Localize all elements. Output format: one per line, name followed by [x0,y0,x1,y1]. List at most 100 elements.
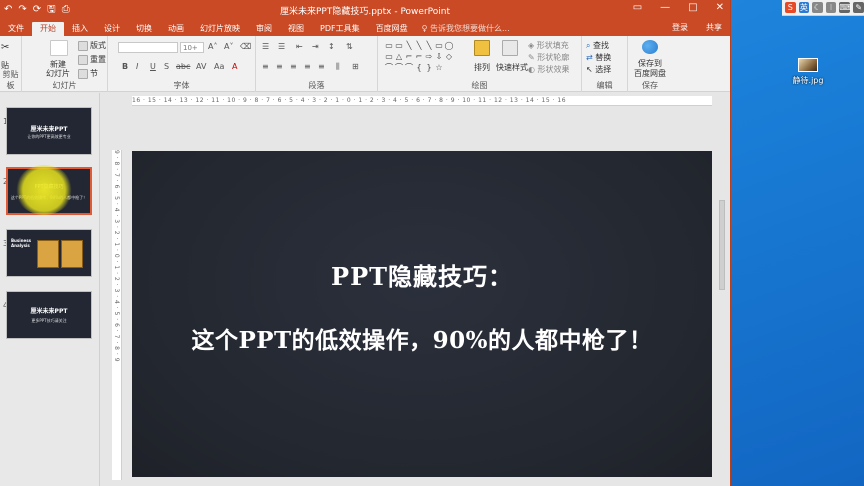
baidu-netdisk-label[interactable]: 百度网盘 [634,68,666,79]
shrink-font-icon[interactable]: A˅ [224,42,233,51]
close-icon[interactable]: ✕ [716,2,724,13]
italic-button[interactable]: I [136,62,138,71]
arrange-icon [474,40,490,56]
ime-language-icon[interactable]: 英 [798,2,810,13]
share-button[interactable]: 共享 [706,22,722,33]
ime-logo-icon[interactable]: S [785,2,796,13]
grow-font-icon[interactable]: A˄ [208,42,217,51]
shape-arrow-down-icon[interactable]: ⇩ [434,51,444,62]
slide-subtitle[interactable]: 这个PPT的低效操作，90%的人都中枪了！ [132,321,712,355]
shape-line-icon[interactable]: ╲ [424,40,434,51]
numbering-icon[interactable]: ☰ [278,42,285,51]
tab-pdf-tools[interactable]: PDF工具集 [312,22,368,36]
tab-design[interactable]: 设计 [96,22,128,36]
align-right-icon[interactable]: ≡ [290,62,297,71]
bullets-icon[interactable]: ☰ [262,42,269,51]
shapes-gallery[interactable]: ▭ ▭ ╲ ╲ ╲ ▭ ◯ ▭ △ ⌐ ⌐ ⇨ ⇩ ◇ ⌒ ⌒ ⌒ { } ☆ [384,40,454,74]
shape-arc-icon[interactable]: ⌒ [394,62,404,73]
line-spacing-icon[interactable]: ↕ [328,42,335,51]
shape-arc-icon[interactable]: ⌒ [404,62,414,73]
pencil-icon: ✎ [528,53,538,62]
shape-connector-icon[interactable]: ⌐ [414,51,424,62]
underline-button[interactable]: U [150,62,156,71]
shape-triangle-icon[interactable]: △ [394,51,404,62]
shape-line-icon[interactable]: ╲ [404,40,414,51]
slide-thumbnail-4[interactable]: 厘米未来PPT 更多PPT技巧请关注 [6,291,92,339]
columns-icon[interactable]: ⫼ [336,62,340,72]
font-size-combo[interactable]: 10+ [180,42,204,53]
shape-outline-label: 形状轮廓 [537,53,570,62]
keyboard-icon[interactable]: ⌨ [839,2,851,13]
quick-styles-button[interactable]: 快速样式 [496,62,528,73]
shape-effects-button[interactable]: ◐ 形状效果 [528,64,570,75]
char-spacing-button[interactable]: AV [196,62,206,71]
slide-canvas[interactable]: PPT隐藏技巧： 这个PPT的低效操作，90%的人都中枪了！ [132,151,712,477]
maximize-icon[interactable]: □ [688,2,697,13]
section-button[interactable]: 节 [78,68,98,79]
change-case-button[interactable]: Aa [214,62,224,71]
ime-dots-icon[interactable]: ⁝ [825,2,837,13]
shape-textbox-icon[interactable]: ▭ [394,40,404,51]
ime-moon-icon[interactable]: ☾ [812,2,823,13]
distributed-icon[interactable]: ≡ [318,62,325,71]
slide-thumbnail-3[interactable]: Business Analysis [6,229,92,277]
shape-arc-icon[interactable]: ⌒ [384,62,394,73]
shape-fill-button[interactable]: ◈ 形状填充 [528,40,569,51]
tab-file[interactable]: 文件 [0,22,32,36]
scrollbar-thumb[interactable] [719,200,725,290]
tell-me-search[interactable]: ♀ 告诉我您想要做什么... [422,22,510,36]
desktop-file[interactable]: 静待.jpg [786,58,830,86]
select-button[interactable]: ↖ 选择 [586,64,611,75]
tab-animations[interactable]: 动画 [160,22,192,36]
slide-title[interactable]: PPT隐藏技巧： [132,257,712,292]
bold-button[interactable]: B [122,62,128,71]
tab-view[interactable]: 视图 [280,22,312,36]
tab-insert[interactable]: 插入 [64,22,96,36]
increase-indent-icon[interactable]: ⇥ [312,42,319,51]
find-button[interactable]: ⌕ 查找 [586,40,609,51]
tab-transitions[interactable]: 切换 [128,22,160,36]
justify-icon[interactable]: ≡ [304,62,311,71]
font-color-button[interactable]: A [232,62,237,71]
puzzle-card-image [61,240,83,268]
shape-brace-icon[interactable]: } [424,62,434,73]
strikethrough-button[interactable]: abc [176,62,190,71]
shape-star-icon[interactable]: ☆ [434,62,444,73]
shape-brace-icon[interactable]: { [414,62,424,73]
text-direction-icon[interactable]: ⇅ [346,42,353,51]
shape-connector-icon[interactable]: ⌐ [404,51,414,62]
tab-home[interactable]: 开始 [32,22,64,36]
align-center-icon[interactable]: ≡ [276,62,283,71]
group-font: 10+ A˄ A˅ ⌫ B I U S abc AV Aa A 字体 [108,36,256,92]
cut-icon[interactable]: ✂ [1,42,9,53]
shape-rectangle-icon[interactable]: ▭ [434,40,444,51]
shape-outline-button[interactable]: ✎ 形状轮廓 [528,52,569,63]
clear-format-icon[interactable]: ⌫ [240,42,251,51]
shape-rounded-rect-icon[interactable]: ▭ [384,51,394,62]
login-link[interactable]: 登录 [672,22,688,33]
shape-line-icon[interactable]: ╲ [414,40,424,51]
layout-button[interactable]: 版式 [78,40,106,51]
reset-button[interactable]: 重置 [78,54,106,65]
smartart-icon[interactable]: ⊞ [352,62,359,71]
shape-rectangle-icon[interactable]: ▭ [384,40,394,51]
pen-icon[interactable]: ✎ [853,2,864,13]
shape-arrow-right-icon[interactable]: ⇨ [424,51,434,62]
tab-baidu-netdisk[interactable]: 百度网盘 [368,22,416,36]
arrange-button[interactable]: 排列 [474,62,490,73]
new-slide-icon [50,40,68,56]
shape-oval-icon[interactable]: ◯ [444,40,454,51]
decrease-indent-icon[interactable]: ⇤ [296,42,303,51]
font-name-combo[interactable] [118,42,178,53]
tab-review[interactable]: 审阅 [248,22,280,36]
new-slide-label[interactable]: 幻灯片 [46,68,70,79]
align-left-icon[interactable]: ≡ [262,62,269,71]
tab-slideshow[interactable]: 幻灯片放映 [192,22,248,36]
minimize-icon[interactable]: — [660,2,670,13]
slide-thumbnail-1[interactable]: 厘米未来PPT 让你的PPT更高效更专业 [6,107,92,155]
vertical-scrollbar[interactable] [717,190,727,480]
replace-button[interactable]: ⇄ 替换 [586,52,611,63]
shadow-button[interactable]: S [164,62,169,71]
ribbon-display-icon[interactable]: ▭ [633,2,642,13]
shape-diamond-icon[interactable]: ◇ [444,51,454,62]
